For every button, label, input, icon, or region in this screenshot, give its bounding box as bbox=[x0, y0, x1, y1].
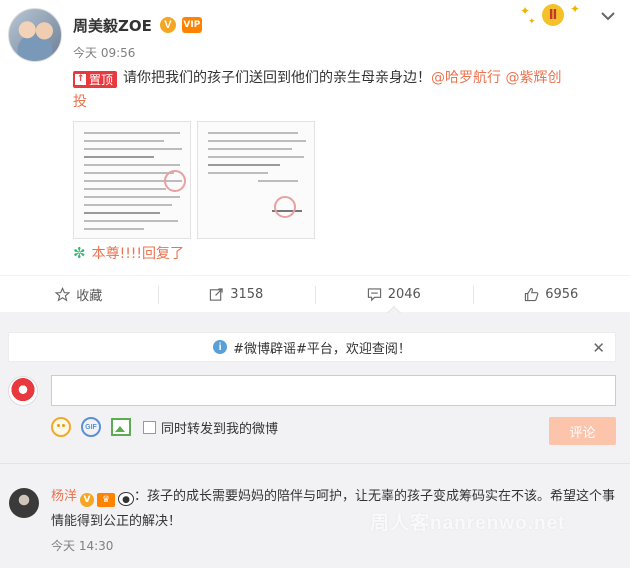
image-icon[interactable] bbox=[111, 418, 131, 436]
verified-badge-icon[interactable]: V bbox=[159, 17, 176, 33]
rumor-notice-text[interactable]: #微博辟谣#平台，欢迎查阅！ bbox=[233, 338, 411, 357]
sparkle-icon: ✦ bbox=[520, 4, 531, 18]
comment-input[interactable] bbox=[51, 375, 616, 406]
chevron-down-icon[interactable] bbox=[600, 8, 616, 24]
commenter-avatar[interactable] bbox=[9, 488, 39, 518]
panda-icon: ● bbox=[118, 492, 135, 506]
repost-button[interactable]: 3158 bbox=[157, 276, 316, 312]
close-icon[interactable]: ✕ bbox=[592, 339, 605, 357]
mention-link[interactable]: @哈罗航行 bbox=[431, 70, 501, 86]
gif-icon[interactable]: GIF bbox=[81, 417, 101, 437]
thumbs-up-icon bbox=[525, 287, 539, 301]
repost-icon bbox=[210, 287, 223, 301]
comment-button[interactable]: 2046 bbox=[315, 276, 473, 313]
document-image-2[interactable] bbox=[197, 121, 315, 239]
author-name[interactable]: 周美毅ZOE bbox=[73, 15, 152, 36]
vip-crown-icon: ♛ bbox=[97, 493, 116, 507]
pinned-tag: ↑ 置顶 bbox=[73, 71, 118, 88]
vip-crown-icon[interactable]: VIP bbox=[181, 17, 202, 33]
author-avatar[interactable] bbox=[8, 8, 62, 62]
verified-badge-icon: V bbox=[80, 493, 95, 507]
current-user-avatar[interactable] bbox=[8, 376, 38, 406]
post-action-bar: 收藏 3158 2046 6956 bbox=[0, 275, 630, 313]
comment-icon bbox=[367, 287, 381, 301]
sparkle-icon: ✦ bbox=[528, 17, 536, 27]
favorite-label: 收藏 bbox=[76, 288, 103, 304]
post-time[interactable]: 今天 09:56 bbox=[73, 44, 135, 61]
repost-checkbox[interactable] bbox=[143, 420, 156, 434]
active-pointer bbox=[386, 306, 401, 313]
favorite-button[interactable]: 收藏 bbox=[0, 276, 158, 312]
author-line: 周美毅ZOE V VIP bbox=[73, 14, 202, 36]
mention-link[interactable]: @紫辉创 bbox=[505, 70, 561, 86]
star-icon bbox=[55, 286, 71, 302]
gemini-zodiac-icon: Ⅱ bbox=[542, 4, 564, 26]
submit-comment-button[interactable]: 评论 bbox=[549, 417, 616, 445]
emoji-icon[interactable] bbox=[51, 417, 71, 437]
mention-link-continued[interactable]: 投 bbox=[73, 94, 87, 110]
author-reply-note[interactable]: ✼ 本尊!!!!回复了 bbox=[73, 243, 184, 263]
weibo-post: 周美毅ZOE V VIP 今天 09:56 ✦ ✦ ✦ Ⅱ ↑ 置顶 请你把我们的孩… bbox=[0, 0, 630, 275]
comment-tools: GIF 同时转发到我的微博 bbox=[51, 414, 278, 440]
flower-icon: ✼ bbox=[73, 244, 86, 262]
zodiac-decoration: ✦ ✦ ✦ Ⅱ bbox=[520, 2, 580, 30]
site-watermark: 周人客nanrenwo.net bbox=[370, 513, 566, 534]
repost-checkbox-label[interactable]: 同时转发到我的微博 bbox=[161, 418, 278, 437]
post-content: ↑ 置顶 请你把我们的孩子们送回到他们的亲生母亲身边！@哈罗航行 @紫辉创投 bbox=[73, 66, 613, 114]
rumor-notice-bar: i #微博辟谣#平台，欢迎查阅！ ✕ bbox=[8, 332, 616, 362]
repost-count: 3158 bbox=[230, 286, 264, 302]
comment-count: 2046 bbox=[387, 286, 421, 302]
divider bbox=[0, 463, 630, 464]
like-button[interactable]: 6956 bbox=[472, 276, 630, 312]
pinned-label: 置顶 bbox=[89, 72, 114, 87]
commenter-name[interactable]: 杨洋 bbox=[51, 489, 77, 504]
comment-time[interactable]: 今天 14:30 bbox=[51, 537, 113, 554]
sparkle-icon: ✦ bbox=[570, 2, 581, 16]
post-text: 请你把我们的孩子们送回到他们的亲生母亲身边！ bbox=[123, 70, 432, 86]
info-icon: i bbox=[213, 340, 228, 354]
document-image-1[interactable] bbox=[73, 121, 191, 239]
like-count: 6956 bbox=[545, 286, 579, 302]
pin-icon: ↑ bbox=[75, 74, 86, 85]
reply-note-text[interactable]: 本尊!!!!回复了 bbox=[92, 243, 184, 263]
comment-section: i #微博辟谣#平台，欢迎查阅！ ✕ GIF 同时转发到我的微博 评论 杨洋 V ♛… bbox=[0, 313, 630, 568]
